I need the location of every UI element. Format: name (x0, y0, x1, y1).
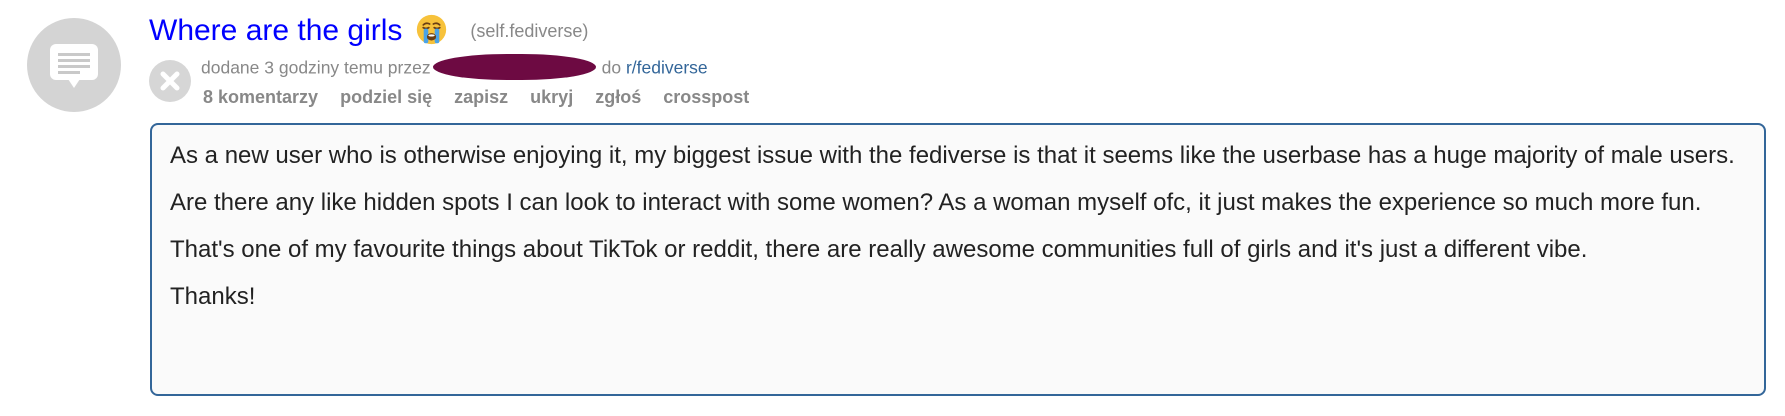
post-body: As a new user who is otherwise enjoying … (150, 123, 1766, 396)
body-paragraph: As a new user who is otherwise enjoying … (170, 142, 1735, 169)
subreddit-link[interactable]: r/fediverse (626, 58, 708, 78)
self-post-icon (50, 44, 98, 88)
post-buttons: 8 komentarzy podziel się zapisz ukryj zg… (203, 86, 766, 108)
post-tagline: dodane 3 godziny temu przez do r/fedivers… (201, 54, 708, 82)
comments-button[interactable]: 8 komentarzy (203, 87, 318, 107)
crosspost-button[interactable]: crosspost (663, 87, 749, 107)
save-button[interactable]: zapisz (454, 87, 508, 107)
self-post-thumbnail[interactable] (27, 18, 121, 112)
author-redacted (432, 54, 596, 80)
expando-button[interactable] (149, 60, 191, 102)
post-domain[interactable]: (self.fediverse) (470, 21, 588, 41)
post: Where are the girls (self.fediverse) dod… (0, 0, 1785, 416)
hide-button[interactable]: ukryj (530, 87, 573, 107)
tagline-to: do (601, 57, 622, 78)
tagline-prefix: dodane 3 godziny temu przez (201, 57, 431, 78)
post-title[interactable]: Where are the girls (149, 14, 402, 47)
loudly-crying-face-icon (416, 14, 447, 44)
close-icon (160, 71, 180, 91)
body-paragraph: Are there any like hidden spots I can lo… (170, 189, 1702, 216)
share-button[interactable]: podziel się (340, 87, 432, 107)
body-paragraph: That's one of my favourite things about … (170, 236, 1588, 263)
body-paragraph: Thanks! (170, 283, 256, 310)
title-row: Where are the girls (self.fediverse) (149, 14, 588, 54)
report-button[interactable]: zgłoś (595, 87, 641, 107)
